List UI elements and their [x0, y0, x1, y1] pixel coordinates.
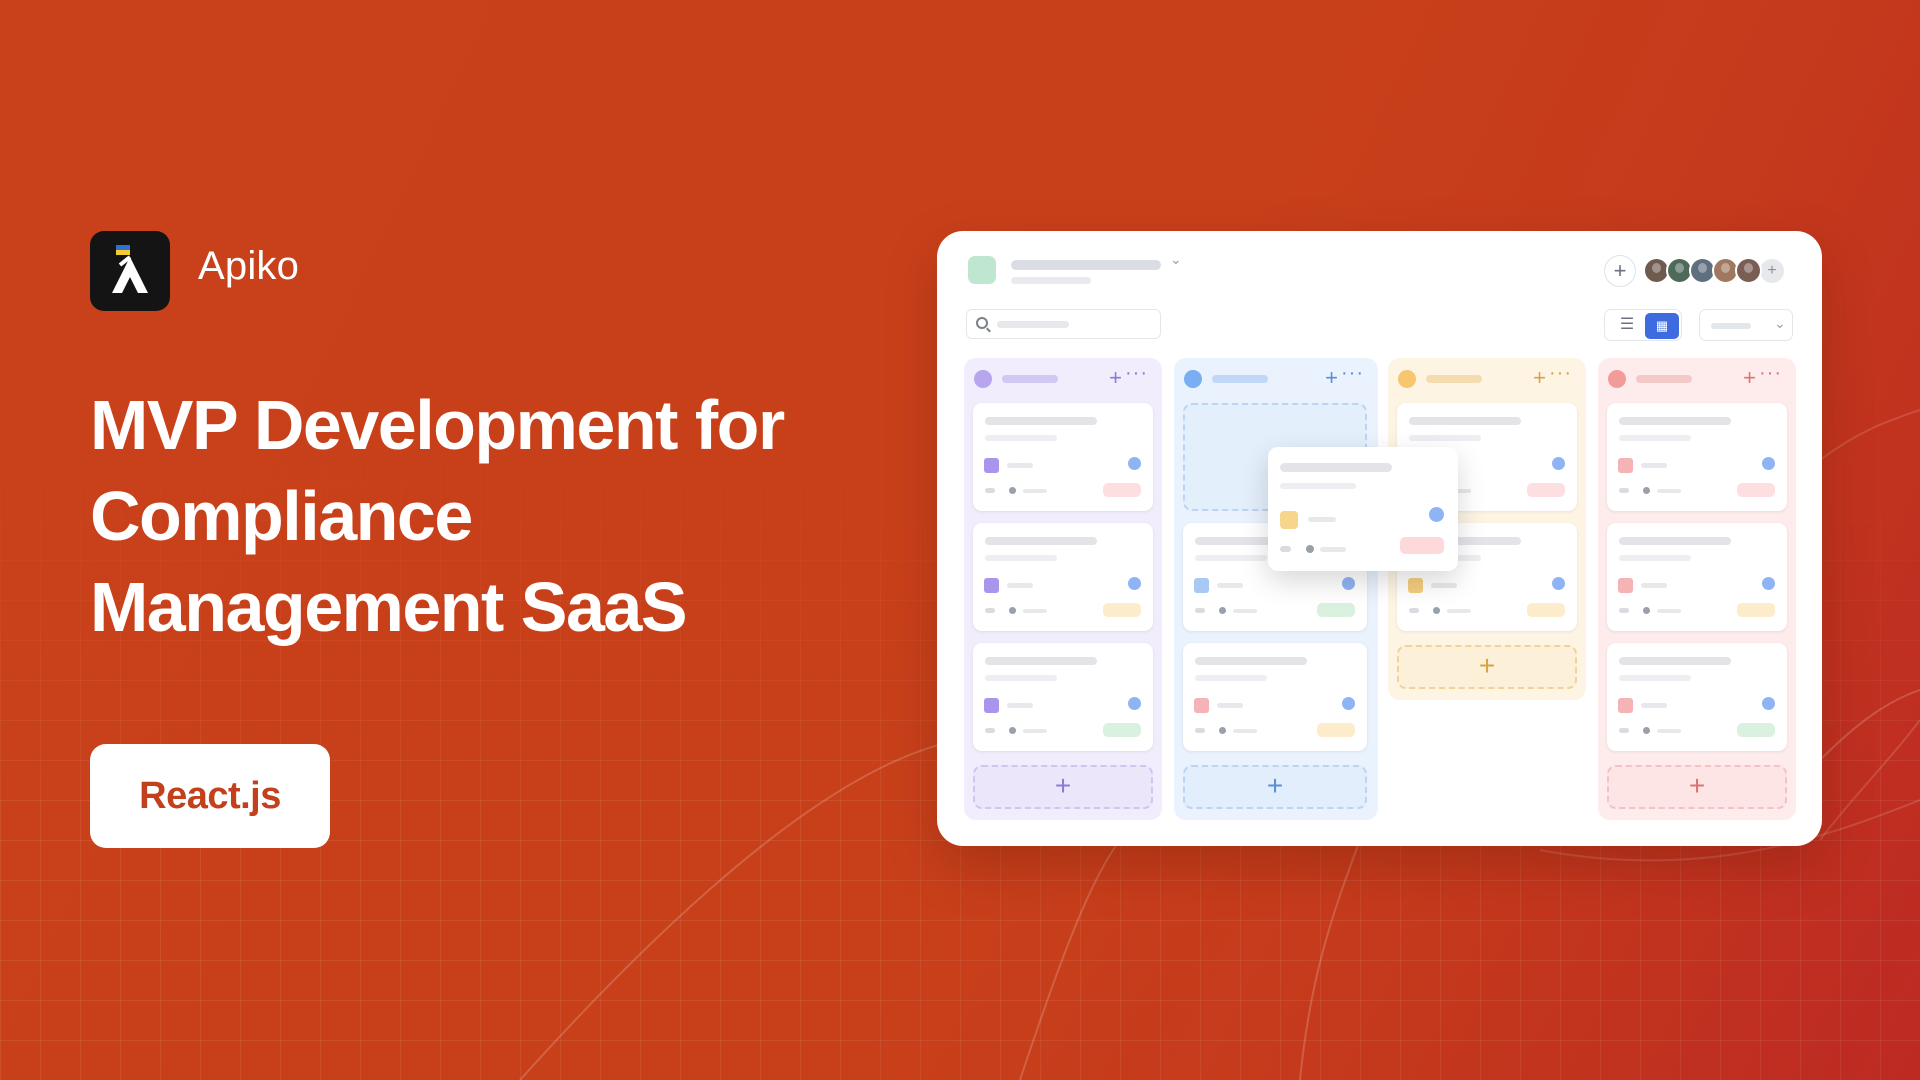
tech-react-button[interactable]: React.js — [90, 744, 330, 848]
search-placeholder — [997, 321, 1069, 328]
column-header: + ··· — [974, 362, 1152, 391]
avatar[interactable] — [1735, 257, 1762, 284]
column-header: + ··· — [1184, 362, 1368, 391]
chevron-down-icon: ⌄ — [1774, 315, 1786, 331]
tag-icon — [1194, 698, 1209, 713]
assignee-dot — [1762, 697, 1775, 710]
task-card[interactable] — [1183, 643, 1367, 751]
board-column: + ··· + — [964, 358, 1162, 820]
assignee-dot — [1552, 577, 1565, 590]
list-view-icon[interactable]: ☰ — [1613, 314, 1641, 338]
project-title-placeholder — [1011, 260, 1161, 270]
grid-view-icon[interactable]: ▦ — [1645, 313, 1679, 339]
add-card-button[interactable]: + — [1183, 765, 1367, 809]
headline-line: Management SaaS — [90, 568, 688, 646]
assignee-dot — [1552, 457, 1565, 470]
priority-badge — [1400, 537, 1444, 554]
member-avatars: + — [1643, 257, 1784, 284]
board-column: + ··· + — [1598, 358, 1796, 820]
add-card-button[interactable]: + — [1397, 645, 1577, 689]
task-card[interactable] — [973, 643, 1153, 751]
status-dot — [1184, 370, 1202, 388]
task-card[interactable] — [1607, 643, 1787, 751]
tag-icon — [984, 698, 999, 713]
column-header: + ··· — [1608, 362, 1786, 391]
assignee-dot — [1762, 577, 1775, 590]
status-dot — [974, 370, 992, 388]
status-dot — [1398, 370, 1416, 388]
more-members-button[interactable]: + — [1760, 259, 1784, 283]
column-title-placeholder — [1212, 375, 1268, 383]
task-card[interactable] — [973, 523, 1153, 631]
priority-badge — [1527, 603, 1565, 617]
add-member-button[interactable]: + — [1604, 255, 1636, 287]
kanban-board-preview: ⌄ + + ☰ ▦ ⌄ + ··· + + ··· + + ··· + + ··… — [937, 231, 1822, 846]
tag-icon — [984, 578, 999, 593]
tag-icon — [1618, 698, 1633, 713]
column-title-placeholder — [1426, 375, 1482, 383]
status-dot — [1608, 370, 1626, 388]
priority-badge — [1737, 723, 1775, 737]
tag-icon — [1618, 458, 1633, 473]
chevron-down-icon[interactable]: ⌄ — [1170, 251, 1182, 268]
assignee-dot — [1762, 457, 1775, 470]
tag-icon — [1618, 578, 1633, 593]
add-card-icon[interactable]: + — [1743, 365, 1756, 391]
priority-badge — [1103, 723, 1141, 737]
more-icon[interactable]: ··· — [1341, 362, 1364, 385]
board-column: + ··· + — [1174, 358, 1378, 820]
column-header: + ··· — [1398, 362, 1576, 391]
add-card-button[interactable]: + — [1607, 765, 1787, 809]
tag-icon — [1194, 578, 1209, 593]
apiko-logo — [90, 231, 170, 311]
priority-badge — [1317, 603, 1355, 617]
column-title-placeholder — [1002, 375, 1058, 383]
search-input[interactable] — [966, 309, 1161, 339]
tag-icon — [1408, 578, 1423, 593]
tag-icon — [1280, 511, 1298, 529]
priority-badge — [1737, 483, 1775, 497]
task-card[interactable] — [1607, 403, 1787, 511]
assignee-dot — [1128, 457, 1141, 470]
assignee-dot — [1429, 507, 1444, 522]
sort-dropdown[interactable]: ⌄ — [1699, 309, 1793, 341]
assignee-dot — [1342, 577, 1355, 590]
assignee-dot — [1128, 697, 1141, 710]
priority-badge — [1103, 483, 1141, 497]
tag-icon — [984, 458, 999, 473]
more-icon[interactable]: ··· — [1759, 362, 1782, 385]
add-card-icon[interactable]: + — [1533, 365, 1546, 391]
column-title-placeholder — [1636, 375, 1692, 383]
priority-badge — [1317, 723, 1355, 737]
headline-line: MVP Development for — [90, 386, 785, 464]
priority-badge — [1527, 483, 1565, 497]
task-card[interactable] — [1607, 523, 1787, 631]
sort-placeholder — [1711, 323, 1751, 329]
task-card[interactable] — [973, 403, 1153, 511]
headline-line: Compliance — [90, 477, 473, 555]
assignee-dot — [1342, 697, 1355, 710]
brand-name: Apiko — [198, 244, 300, 288]
priority-badge — [1737, 603, 1775, 617]
project-subtitle-placeholder — [1011, 277, 1091, 284]
dragged-task-card[interactable] — [1268, 447, 1458, 571]
logo-mark-icon — [112, 255, 148, 293]
more-icon[interactable]: ··· — [1125, 362, 1148, 385]
add-card-button[interactable]: + — [973, 765, 1153, 809]
add-card-icon[interactable]: + — [1109, 365, 1122, 391]
priority-badge — [1103, 603, 1141, 617]
more-icon[interactable]: ··· — [1549, 362, 1572, 385]
search-icon — [976, 317, 988, 329]
project-icon — [968, 256, 996, 284]
view-toggle: ☰ ▦ — [1604, 309, 1682, 341]
assignee-dot — [1128, 577, 1141, 590]
page-title: MVP Development for Compliance Managemen… — [90, 380, 850, 653]
add-card-icon[interactable]: + — [1325, 365, 1338, 391]
